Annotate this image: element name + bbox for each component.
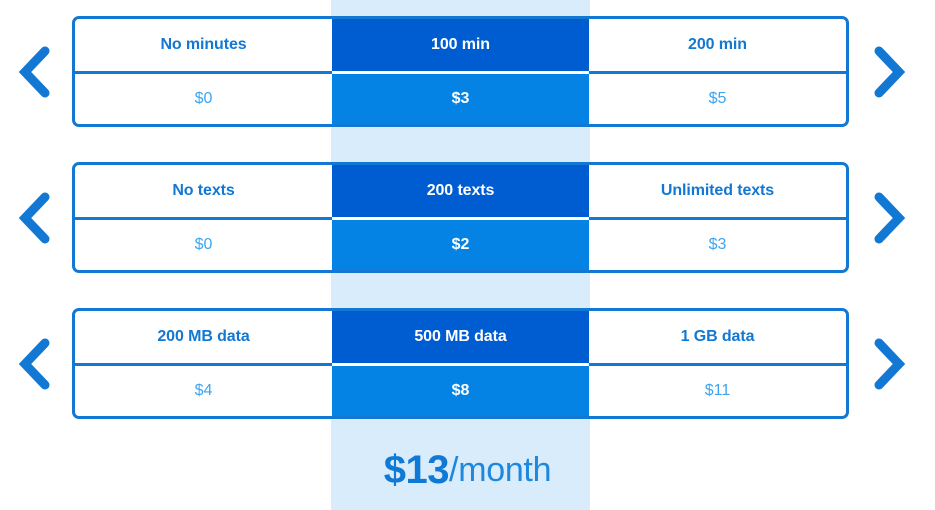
total-price: $13/month	[0, 438, 935, 502]
option-price[interactable]: $0	[75, 217, 332, 270]
total-amount: $13	[383, 447, 450, 492]
option-price[interactable]: $5	[589, 71, 846, 124]
option-card-data: 200 MB data 500 MB data 1 GB data $4 $8 …	[72, 308, 849, 419]
option-label-selected[interactable]: 100 min	[332, 19, 589, 71]
option-label[interactable]: 200 MB data	[75, 311, 332, 363]
option-label[interactable]: No texts	[75, 165, 332, 217]
selector-row-texts: No texts 200 texts Unlimited texts $0 $2…	[0, 162, 935, 273]
chevron-right-icon[interactable]	[866, 189, 910, 247]
total-period: /month	[449, 450, 552, 489]
chevron-left-icon[interactable]	[14, 335, 58, 393]
option-price[interactable]: $4	[75, 363, 332, 416]
option-card-minutes: No minutes 100 min 200 min $0 $3 $5	[72, 16, 849, 127]
selector-row-minutes: No minutes 100 min 200 min $0 $3 $5	[0, 16, 935, 127]
option-price-selected[interactable]: $8	[332, 363, 589, 416]
selector-row-data: 200 MB data 500 MB data 1 GB data $4 $8 …	[0, 308, 935, 419]
option-card-texts: No texts 200 texts Unlimited texts $0 $2…	[72, 162, 849, 273]
chevron-right-icon[interactable]	[866, 335, 910, 393]
chevron-left-icon[interactable]	[14, 189, 58, 247]
option-label[interactable]: Unlimited texts	[589, 165, 846, 217]
chevron-right-icon[interactable]	[866, 43, 910, 101]
option-label[interactable]: 200 min	[589, 19, 846, 71]
option-price-selected[interactable]: $2	[332, 217, 589, 270]
chevron-left-icon[interactable]	[14, 43, 58, 101]
option-price[interactable]: $11	[589, 363, 846, 416]
option-price[interactable]: $0	[75, 71, 332, 124]
option-label[interactable]: No minutes	[75, 19, 332, 71]
option-price-selected[interactable]: $3	[332, 71, 589, 124]
option-price[interactable]: $3	[589, 217, 846, 270]
plan-builder: No minutes 100 min 200 min $0 $3 $5 No t…	[0, 0, 935, 510]
option-label[interactable]: 1 GB data	[589, 311, 846, 363]
option-label-selected[interactable]: 500 MB data	[332, 311, 589, 363]
option-label-selected[interactable]: 200 texts	[332, 165, 589, 217]
